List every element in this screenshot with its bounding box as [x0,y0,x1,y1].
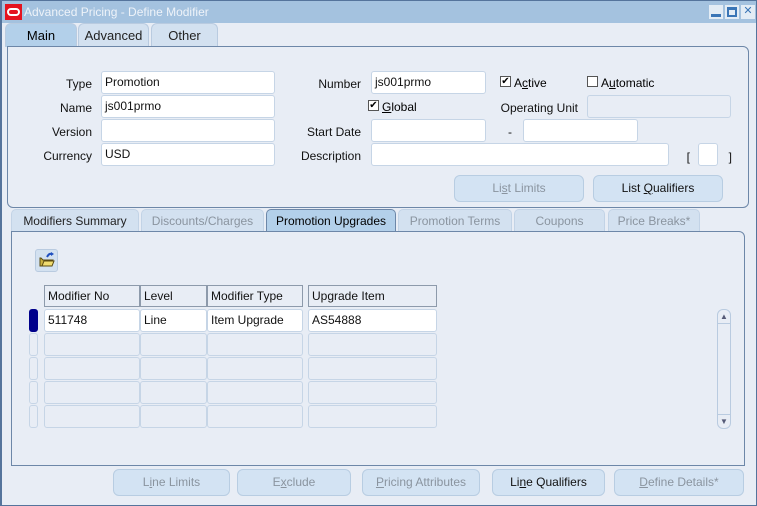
tab-modifiers-summary[interactable]: Modifiers Summary [11,209,139,232]
line-limits-button[interactable]: Line Limits [113,469,230,496]
upgrade-item-cell[interactable]: AS54888 [308,309,437,332]
pricing-attributes-button[interactable]: Pricing Attributes [362,469,480,496]
tab-discounts-charges[interactable]: Discounts/Charges [141,209,264,232]
date-separator: - [508,125,512,139]
modifier-type-cell[interactable] [207,405,303,428]
active-label: Active [514,76,547,90]
minimize-icon[interactable] [709,5,723,19]
level-cell[interactable] [140,333,207,356]
row-indicator[interactable] [29,357,38,380]
tab-promotion-terms[interactable]: Promotion Terms [398,209,512,232]
vertical-scrollbar[interactable]: ▲ ▼ [717,309,731,429]
level-cell[interactable]: Line [140,309,207,332]
row-indicator[interactable] [29,381,38,404]
row-indicator[interactable] [29,405,38,428]
list-limits-button[interactable]: List Limits [454,175,584,202]
upgrade-item-cell[interactable] [308,405,437,428]
open-folder-button[interactable] [35,249,58,272]
version-field[interactable] [101,119,275,142]
scroll-up-icon[interactable]: ▲ [718,310,730,324]
dff-open-bracket: [ [686,150,690,164]
oracle-logo-icon [5,4,22,20]
column-header-upgrade-item: Upgrade Item [308,285,437,307]
modifier-no-cell[interactable] [44,333,140,356]
row-indicator[interactable] [29,309,38,332]
modifier-no-cell[interactable] [44,381,140,404]
name-label: Name [59,101,92,115]
global-checkbox[interactable]: ✔ [368,100,379,111]
end-date-field[interactable] [523,119,638,142]
tab-price-breaks[interactable]: Price Breaks* [608,209,700,232]
dff-close-bracket: ] [728,150,732,164]
description-field[interactable] [371,143,669,166]
tab-advanced[interactable]: Advanced [78,23,149,47]
define-details-button[interactable]: Define Details* [614,469,744,496]
level-cell[interactable] [140,357,207,380]
tab-promotion-upgrades[interactable]: Promotion Upgrades [266,209,396,232]
column-header-level: Level [140,285,207,307]
title-bar[interactable]: Advanced Pricing - Define Modifier ✕ [2,1,756,23]
type-label: Type [65,77,92,91]
modifier-type-cell[interactable] [207,357,303,380]
name-field[interactable]: js001prmo [101,95,275,118]
row-indicator[interactable] [29,333,38,356]
modifier-no-cell[interactable]: 511748 [44,309,140,332]
currency-label: Currency [43,149,92,163]
close-icon[interactable]: ✕ [741,5,755,19]
upgrade-item-cell[interactable] [308,357,437,380]
start-date-label: Start Date [306,125,361,139]
define-modifier-window: Advanced Pricing - Define Modifier ✕ Mai… [0,0,757,506]
operating-unit-field[interactable] [587,95,731,118]
maximize-icon[interactable] [725,5,739,19]
tab-main[interactable]: Main [5,23,77,47]
level-cell[interactable] [140,381,207,404]
type-field[interactable]: Promotion [101,71,275,94]
description-label: Description [300,149,361,163]
modifier-type-cell[interactable] [207,333,303,356]
operating-unit-label: Operating Unit [500,101,578,115]
tab-coupons[interactable]: Coupons [514,209,605,232]
column-header-modifier-no: Modifier No [44,285,140,307]
level-cell[interactable] [140,405,207,428]
upgrade-item-cell[interactable] [308,381,437,404]
version-label: Version [51,125,92,139]
modifier-type-cell[interactable]: Item Upgrade [207,309,303,332]
modifier-no-cell[interactable] [44,405,140,428]
global-label: Global [382,100,417,114]
number-label: Number [318,77,361,91]
list-qualifiers-button[interactable]: List Qualifiers [593,175,723,202]
scroll-down-icon[interactable]: ▼ [718,414,730,428]
line-qualifiers-button[interactable]: Line Qualifiers [492,469,605,496]
automatic-checkbox[interactable] [587,76,598,87]
number-field[interactable]: js001prmo [371,71,486,94]
tab-other[interactable]: Other [151,23,218,47]
column-header-modifier-type: Modifier Type [207,285,303,307]
modifier-type-cell[interactable] [207,381,303,404]
start-date-field[interactable] [371,119,486,142]
open-folder-icon [39,252,55,267]
active-checkbox[interactable]: ✔ [500,76,511,87]
modifier-no-cell[interactable] [44,357,140,380]
currency-field[interactable]: USD [101,143,275,166]
descriptive-flexfield[interactable] [698,143,718,166]
exclude-button[interactable]: Exclude [237,469,351,496]
window-title: Advanced Pricing - Define Modifier [24,5,209,19]
upgrade-item-cell[interactable] [308,333,437,356]
automatic-label: Automatic [601,76,655,90]
